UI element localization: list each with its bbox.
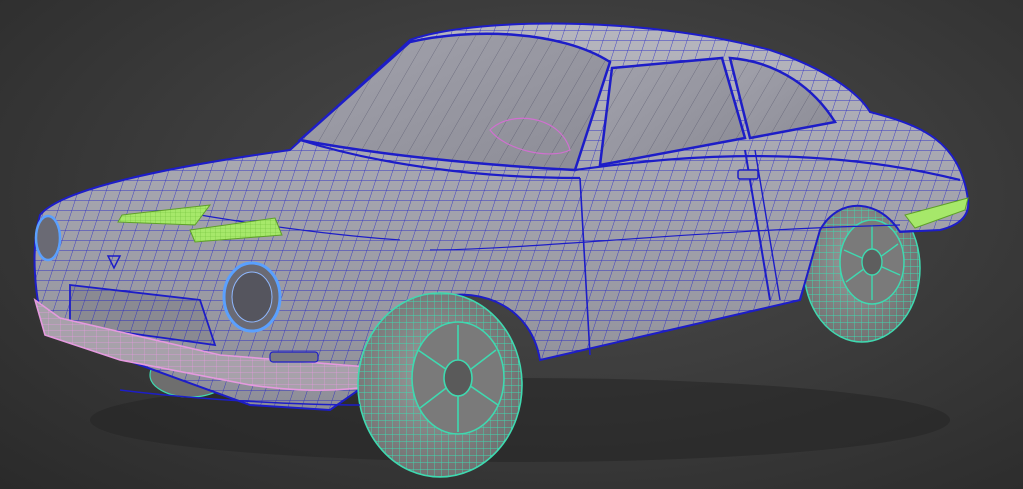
wireframe-scene[interactable] <box>0 0 1023 489</box>
front-wheel[interactable] <box>357 292 523 478</box>
door-handle <box>737 169 759 180</box>
3d-viewport[interactable] <box>0 0 1023 489</box>
headlight-left <box>34 214 62 262</box>
headlight-right <box>222 261 282 333</box>
turn-signal <box>269 351 319 363</box>
